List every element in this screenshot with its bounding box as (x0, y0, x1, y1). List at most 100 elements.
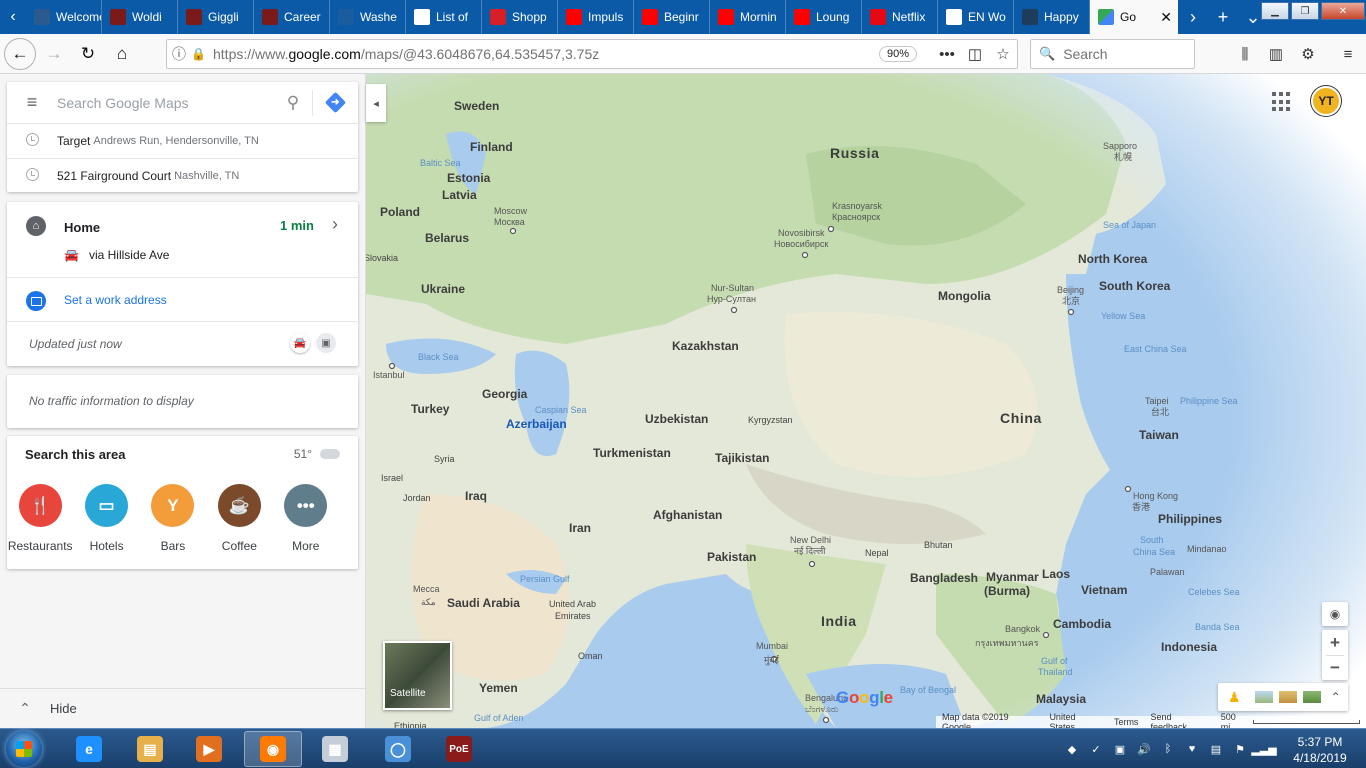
set-work-address-link[interactable]: Set a work address (64, 293, 167, 307)
page-actions-icon[interactable]: ••• (933, 46, 961, 63)
map-label[interactable]: Sea of Japan (1103, 221, 1156, 230)
taskbar-item[interactable]: ▶ (180, 731, 238, 767)
search-icon[interactable]: ⚲ (274, 93, 312, 113)
category-hotels[interactable]: ▭ Hotels (73, 484, 139, 553)
url-bar[interactable]: ⓘ 🔒 https://www.google.com/maps/@43.6048… (166, 39, 1018, 69)
map-label[interactable]: Kyrgyzstan (748, 416, 793, 425)
map-label[interactable]: Poland (380, 206, 420, 218)
tab-5[interactable]: List of (406, 0, 482, 34)
tab-10[interactable]: Loung (786, 0, 862, 34)
map-label[interactable]: Novosibirsk (778, 229, 825, 238)
layer-thumb-terrain-icon[interactable] (1278, 691, 1297, 703)
tab-1[interactable]: Woldi (102, 0, 178, 34)
zoom-in-icon[interactable]: + (1330, 631, 1340, 655)
map-label[interactable]: Yellow Sea (1101, 312, 1145, 321)
map-label[interactable]: Latvia (442, 189, 477, 201)
map-label[interactable]: Bhutan (924, 541, 953, 550)
home-icon[interactable]: ⌂ (106, 38, 138, 70)
map-label[interactable]: (Burma) (984, 585, 1030, 597)
pegman-icon[interactable]: ♟ (1228, 689, 1241, 706)
map-label[interactable]: Syria (434, 455, 455, 464)
tab-11[interactable]: Netflix (862, 0, 938, 34)
system-clock[interactable]: 5:37 PM 4/18/2019 (1280, 734, 1360, 766)
map-label[interactable]: Iran (569, 522, 591, 534)
map-label[interactable]: 台北 (1151, 408, 1169, 417)
layer-thumb-satellite-icon[interactable] (1302, 691, 1321, 703)
map-label[interactable]: Yemen (479, 682, 518, 694)
dropbox-icon[interactable]: ◆ (1064, 741, 1080, 757)
action-center-flag-icon[interactable]: ⚑ (1232, 741, 1248, 757)
map-label[interactable]: Baltic Sea (420, 159, 461, 168)
map-label[interactable]: Moscow (494, 207, 527, 216)
coffee-icon[interactable]: ☕ (217, 484, 261, 527)
map-label[interactable]: مكة (421, 598, 436, 607)
tab-9[interactable]: Mornin (710, 0, 786, 34)
reload-icon[interactable]: ↻ (72, 38, 104, 70)
forward-icon[interactable]: → (38, 38, 70, 70)
chevron-up-icon[interactable]: ⌃ (0, 700, 50, 717)
device-icon[interactable]: ▤ (1208, 741, 1224, 757)
transit-mode-icon[interactable]: ▣ (316, 333, 336, 353)
map-label[interactable]: Philippine Sea (1180, 397, 1238, 406)
map-label[interactable]: Красноярск (832, 213, 880, 222)
map-label[interactable]: Нур-Султан (707, 295, 756, 304)
map-label[interactable]: Mongolia (938, 290, 991, 302)
home-route[interactable]: ⌂ Home 1 min › 🚘 via Hillside Ave (7, 202, 358, 278)
map-label[interactable]: Taiwan (1139, 429, 1179, 441)
map-label[interactable]: Israel (381, 474, 403, 483)
satellite-toggle[interactable]: Satellite (383, 641, 452, 710)
expand-layers-icon[interactable]: ⌃ (1331, 690, 1341, 704)
more-icon[interactable]: ••• (284, 484, 328, 527)
lock-icon[interactable]: 🔒 (191, 47, 207, 61)
search-input[interactable] (57, 94, 274, 111)
hide-label[interactable]: Hide (50, 701, 77, 716)
tab-7[interactable]: Impuls (558, 0, 634, 34)
avatar[interactable]: YT (1311, 86, 1341, 116)
map-label[interactable]: Gulf of Aden (474, 714, 524, 723)
map-label[interactable]: Kazakhstan (672, 340, 739, 352)
map-label[interactable]: Hong Kong (1133, 492, 1178, 501)
extension-icon[interactable]: ⚙ (1293, 39, 1323, 69)
map-label[interactable]: नई दिल्ली (794, 547, 826, 556)
map-label[interactable]: Mindanao (1187, 545, 1227, 554)
layer-thumb-icon[interactable] (1254, 691, 1273, 703)
map-label[interactable]: North Korea (1078, 253, 1147, 265)
tab-scroll-left-icon[interactable]: ‹ (0, 0, 26, 34)
map-label[interactable]: Bay of Bengal (900, 686, 956, 695)
map-label[interactable]: Finland (470, 141, 513, 153)
map-label[interactable]: Turkmenistan (593, 447, 671, 459)
map-label[interactable]: Nepal (865, 549, 889, 558)
search-bar[interactable]: 🔍 Search (1030, 39, 1195, 69)
taskbar-item[interactable]: e (60, 731, 118, 767)
map-label[interactable]: Ukraine (421, 283, 465, 295)
map-label[interactable]: 北京 (1062, 297, 1080, 306)
info-icon[interactable]: ⓘ (167, 44, 191, 64)
map-label[interactable]: 札幌 (1114, 153, 1132, 162)
map-label[interactable]: Jordan (403, 494, 431, 503)
map-label[interactable]: Beijing (1057, 286, 1084, 295)
map-label[interactable]: Nur-Sultan (711, 284, 754, 293)
map-label[interactable]: Philippines (1158, 513, 1222, 525)
map-label[interactable]: Uzbekistan (645, 413, 708, 425)
map-label[interactable]: กรุงเทพมหานคร (975, 639, 1039, 648)
chevron-right-icon[interactable]: › (332, 214, 338, 235)
menu-icon[interactable]: ≡ (1333, 39, 1363, 69)
map-label[interactable]: Belarus (425, 232, 469, 244)
tab-scroll-right-icon[interactable]: › (1178, 0, 1208, 34)
map-label[interactable]: मुंबई (764, 656, 779, 665)
tab-3[interactable]: Career (254, 0, 330, 34)
map-label[interactable]: India (821, 614, 857, 628)
taskbar-item[interactable]: ▦ (306, 731, 364, 767)
tab-active[interactable]: Go ✕ (1090, 0, 1178, 34)
map-label[interactable]: Estonia (447, 172, 490, 184)
directions-button[interactable]: ➜ (312, 89, 358, 116)
back-icon[interactable]: ← (4, 37, 36, 70)
map-label[interactable]: Pakistan (707, 551, 756, 563)
map-label[interactable]: Russia (830, 146, 880, 160)
map-label[interactable]: Black Sea (418, 353, 459, 362)
map-label[interactable]: Oman (578, 652, 603, 661)
map-label[interactable]: South (1140, 536, 1164, 545)
map-label[interactable]: Bangladesh (910, 572, 978, 584)
map-label[interactable]: Myanmar (986, 571, 1039, 583)
map-label[interactable]: Laos (1042, 568, 1070, 580)
